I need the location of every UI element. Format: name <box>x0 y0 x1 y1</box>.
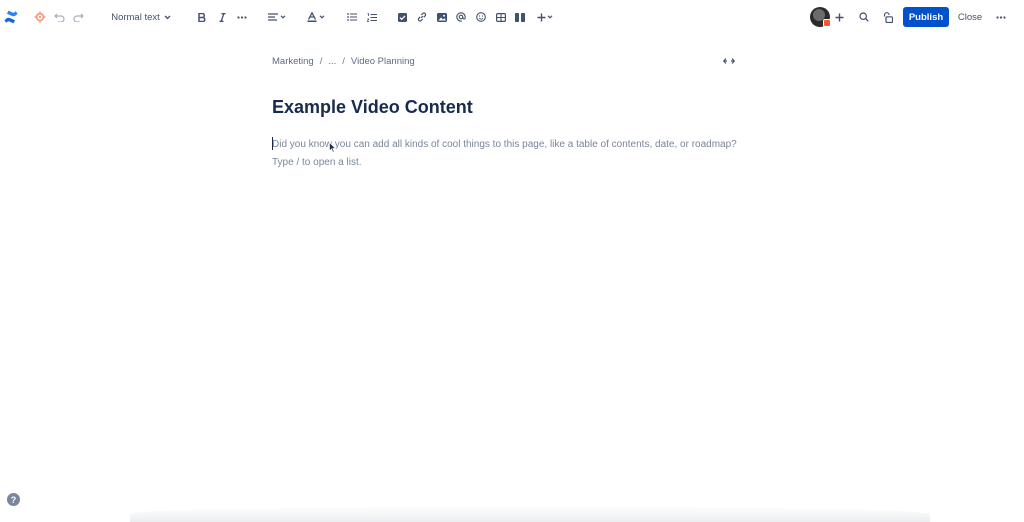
chevron-down-icon <box>280 15 286 19</box>
chevron-down-icon <box>319 15 325 19</box>
avatar-status-badge <box>823 19 831 27</box>
breadcrumb-item-marketing[interactable]: Marketing <box>272 56 314 67</box>
editor-placeholder-line-1: Did you know you can add all kinds of co… <box>272 139 737 150</box>
text-caret <box>272 137 273 150</box>
publish-button[interactable]: Publish <box>903 7 949 27</box>
confluence-logo-icon[interactable] <box>3 0 19 34</box>
numbered-list-icon[interactable] <box>366 0 378 34</box>
invite-icon[interactable] <box>831 0 847 34</box>
chevron-down-icon <box>547 15 553 19</box>
more-actions-icon[interactable] <box>995 0 1007 34</box>
mouse-pointer-icon <box>329 140 337 158</box>
breadcrumb: Marketing / ... / Video Planning <box>272 55 415 67</box>
search-icon[interactable] <box>857 0 871 34</box>
more-formatting-icon[interactable] <box>236 0 248 34</box>
image-icon[interactable] <box>436 0 448 34</box>
mention-icon[interactable] <box>455 0 467 34</box>
page-bottom-shadow <box>130 506 930 522</box>
align-icon[interactable] <box>266 0 288 34</box>
breadcrumb-separator: / <box>319 55 323 67</box>
italic-icon[interactable] <box>216 0 228 34</box>
undo-icon[interactable] <box>53 0 65 34</box>
settings-icon[interactable] <box>33 0 47 34</box>
close-button[interactable]: Close <box>954 7 986 27</box>
emoji-icon[interactable] <box>475 0 487 34</box>
breadcrumb-item-video-planning[interactable]: Video Planning <box>351 56 415 67</box>
page-title[interactable]: Example Video Content <box>272 96 473 118</box>
redo-icon[interactable] <box>72 0 84 34</box>
chevron-down-icon <box>164 15 171 19</box>
text-style-label: Normal text <box>111 11 160 23</box>
editor-body[interactable]: Did you know you can add all kinds of co… <box>272 136 742 171</box>
editor-placeholder-line-2: Type / to open a list. <box>272 156 362 168</box>
insert-icon[interactable] <box>535 0 555 34</box>
task-icon[interactable] <box>396 0 408 34</box>
restrictions-icon[interactable] <box>881 0 895 34</box>
table-icon[interactable] <box>495 0 507 34</box>
layouts-icon[interactable] <box>514 0 526 34</box>
page-width-toggle-icon[interactable] <box>722 55 736 67</box>
text-style-dropdown[interactable]: Normal text <box>108 0 174 34</box>
breadcrumb-item-ellipsis[interactable]: ... <box>328 56 336 67</box>
help-button[interactable]: ? <box>7 493 20 506</box>
bold-icon[interactable] <box>196 0 208 34</box>
text-color-icon[interactable] <box>305 0 327 34</box>
editor-toolbar: Normal text Publish Close <box>0 0 1024 34</box>
link-icon[interactable] <box>416 0 428 34</box>
bullet-list-icon[interactable] <box>346 0 358 34</box>
breadcrumb-separator: / <box>342 55 345 67</box>
